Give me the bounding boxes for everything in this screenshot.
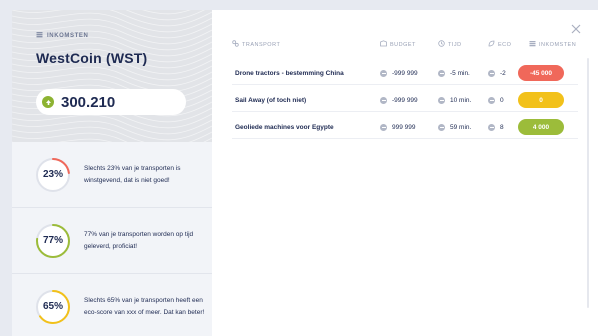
currency-title: WestCoin (WST) (36, 50, 148, 66)
eco-cell: 8 (488, 115, 504, 139)
minus-circle-icon (488, 96, 495, 104)
stat-description: Slechts 65% van je transporten heeft een… (84, 296, 205, 316)
eco-cell: 0 (488, 88, 504, 112)
header-inkomsten[interactable]: INKOMSTEN (529, 40, 576, 49)
transport-name: Sail Away (of toch niet) (235, 96, 307, 104)
eco-cell: -2 (488, 61, 506, 85)
scrollbar[interactable] (587, 58, 589, 308)
results-modal: INKOMSTEN WestCoin (WST) 300.210 23% Sle… (12, 10, 598, 336)
progress-ring: 23% (34, 156, 72, 194)
transport-name: Geoliede machines voor Egypte (235, 123, 334, 131)
table-header: TRANSPORT BUDGET TIJD ECO INKOMSTEN (232, 40, 582, 54)
link-icon (232, 40, 239, 49)
progress-ring: 77% (34, 222, 72, 260)
header-eco[interactable]: ECO (488, 40, 511, 49)
stat-profitable: 23% Slechts 23% van je transporten is wi… (12, 142, 212, 208)
budget-cell: -999 999 (380, 88, 418, 112)
minus-circle-icon (438, 96, 445, 104)
tijd-cell: -5 min. (438, 61, 470, 85)
hero-label: INKOMSTEN (36, 31, 88, 40)
balance-value: 300.210 (61, 93, 116, 111)
table-row[interactable]: Drone tractors - bestemming China -999 9… (232, 61, 578, 85)
tijd-cell: 10 min. (438, 88, 471, 112)
stat-description: Slechts 23% van je transporten is winstg… (84, 164, 181, 184)
clock-icon (438, 40, 445, 49)
plus-circle-icon (488, 123, 495, 131)
stat-eco-score: 65% Slechts 65% van je transporten heeft… (12, 274, 212, 336)
summary-panel: INKOMSTEN WestCoin (WST) 300.210 23% Sle… (12, 10, 212, 336)
header-transport[interactable]: TRANSPORT (232, 40, 280, 49)
progress-percent: 77% (42, 235, 63, 246)
tijd-cell: 59 min. (438, 115, 471, 139)
wave-pattern (12, 10, 212, 142)
income-pill: -45 000 (518, 65, 564, 81)
budget-cell: -999 999 (380, 61, 418, 85)
minus-circle-icon (438, 69, 445, 77)
table-row[interactable]: Sail Away (of toch niet) -999 999 10 min… (232, 88, 578, 112)
transport-name: Drone tractors - bestemming China (235, 69, 344, 77)
stat-on-time: 77% 77% van je transporten worden op tij… (12, 208, 212, 274)
progress-percent: 65% (42, 301, 63, 312)
leaf-icon (488, 40, 495, 49)
income-pill: 0 (518, 92, 564, 108)
arrow-up-icon (42, 96, 54, 108)
minus-circle-icon (380, 69, 387, 77)
header-tijd[interactable]: TIJD (438, 40, 462, 49)
progress-percent: 23% (42, 169, 63, 180)
stat-description: 77% van je transporten worden op tijd ge… (84, 230, 194, 250)
income-pill: 4 000 (518, 119, 564, 135)
budget-cell: 999 999 (380, 115, 416, 139)
income-hero: INKOMSTEN WestCoin (WST) 300.210 (12, 10, 212, 142)
close-icon[interactable] (570, 22, 582, 34)
coin-stack-icon (529, 40, 536, 49)
minus-circle-icon (380, 96, 387, 104)
wallet-icon (380, 40, 387, 49)
coin-stack-icon (36, 31, 43, 40)
hero-label-text: INKOMSTEN (47, 32, 89, 39)
plus-circle-icon (438, 123, 445, 131)
header-budget[interactable]: BUDGET (380, 40, 416, 49)
balance-pill: 300.210 (36, 89, 186, 115)
table-row[interactable]: Geoliede machines voor Egypte 999 999 59… (232, 115, 578, 139)
minus-circle-icon (488, 69, 495, 77)
plus-circle-icon (380, 123, 387, 131)
progress-ring: 65% (34, 288, 72, 326)
